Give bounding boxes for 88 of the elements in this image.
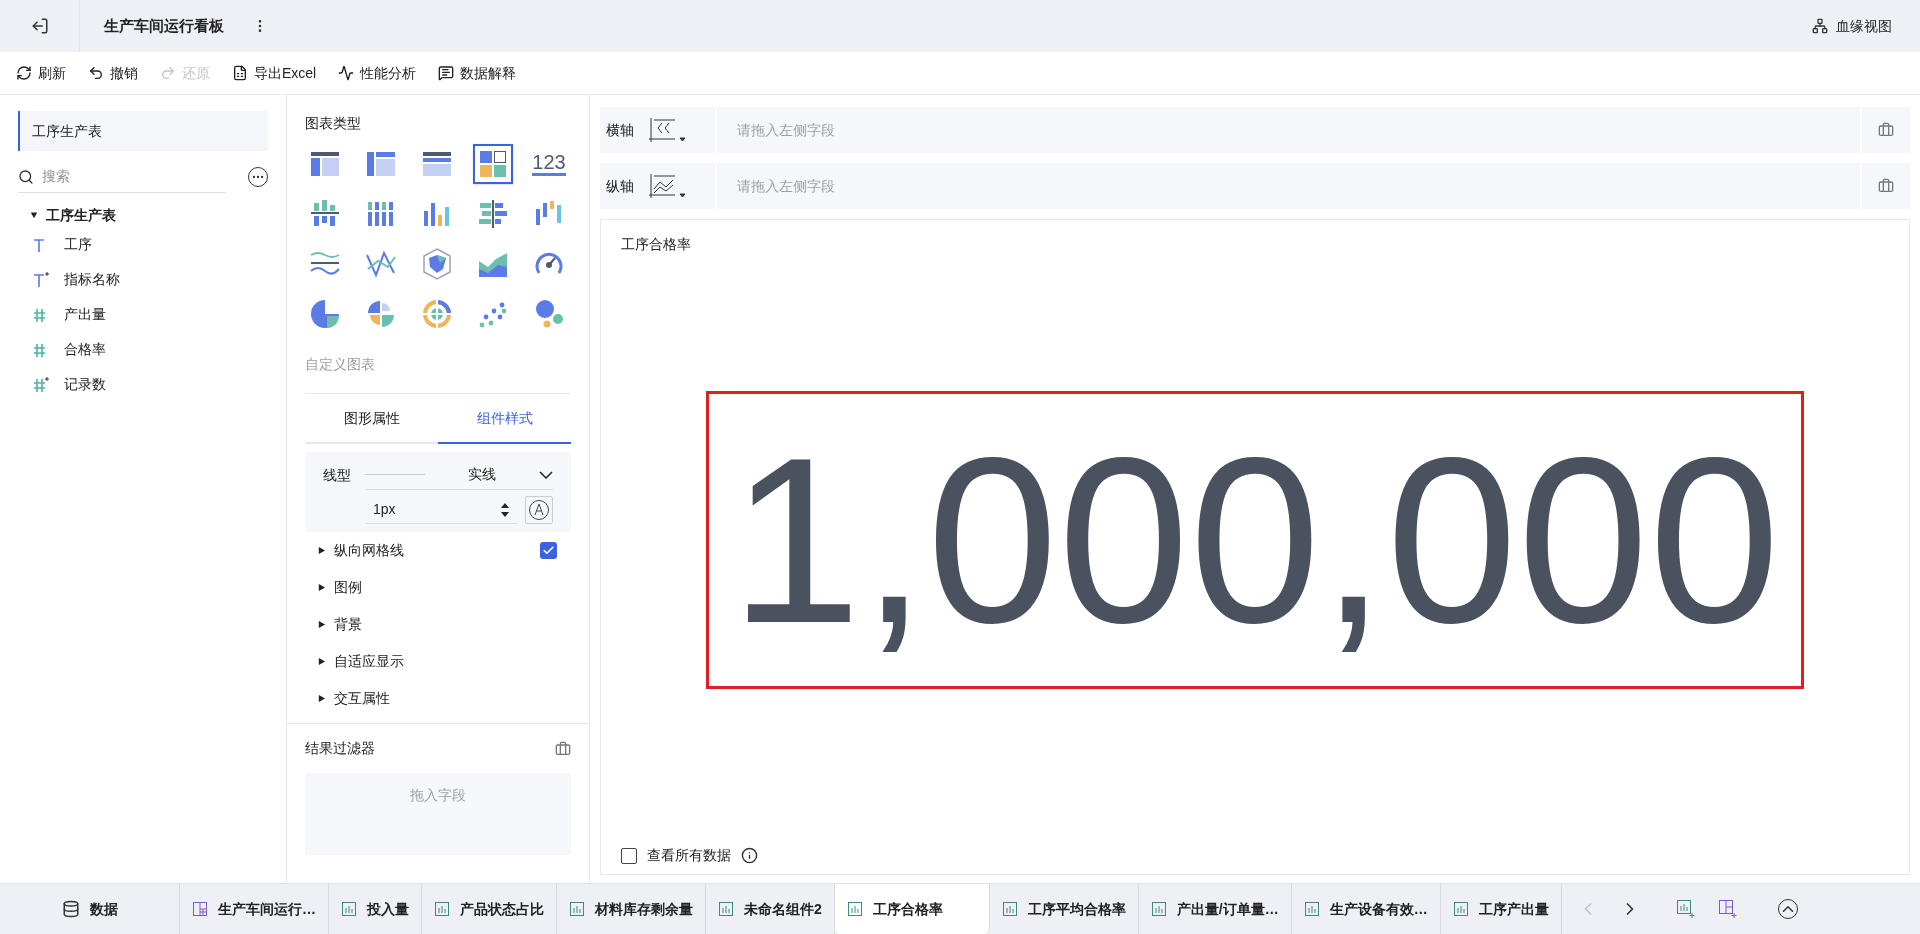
exit-icon[interactable] — [30, 17, 49, 35]
text-field-icon — [32, 270, 50, 289]
component-tab[interactable]: 工序合格率 — [834, 884, 990, 934]
field-item[interactable]: 记录数 — [64, 374, 106, 395]
briefcase-icon[interactable] — [555, 740, 571, 757]
expand-triangle-icon[interactable] — [317, 546, 326, 555]
component-tab[interactable]: 投入量 — [329, 884, 422, 934]
component-tab[interactable]: 生产车间运行… — [180, 884, 329, 934]
widget-title: 工序合格率 — [621, 235, 692, 254]
ring-chart-icon — [420, 297, 454, 331]
grid-icon — [192, 901, 208, 917]
bar-chart-icon — [1452, 901, 1469, 917]
line-type-label: 线型 — [323, 465, 351, 485]
view-all-label[interactable]: 查看所有数据 — [647, 845, 731, 866]
line-width-stepper[interactable]: 1px — [365, 496, 517, 524]
bar-chart-icon — [569, 901, 585, 917]
component-tab[interactable]: 未命名组件2 — [706, 884, 835, 934]
toolbar-button[interactable]: 刷新 — [16, 62, 66, 84]
component-tab[interactable]: 数据 — [0, 884, 180, 934]
checkbox[interactable] — [540, 542, 557, 559]
style-section-label[interactable]: 交互属性 — [334, 688, 390, 709]
bar-chart-icon — [341, 901, 357, 917]
bar-chart-icon — [718, 901, 734, 917]
add-chart-icon[interactable] — [1675, 899, 1696, 919]
bar-chart-icon — [846, 901, 863, 917]
chart-type-option[interactable] — [473, 144, 513, 184]
y-axis-icon[interactable] — [648, 173, 686, 199]
search-icon — [18, 167, 34, 186]
chart-type-heading: 图表类型 — [305, 114, 362, 133]
add-dashboard-icon[interactable] — [1717, 899, 1738, 919]
style-section-label[interactable]: 背景 — [334, 614, 362, 635]
field-item[interactable]: 指标名称 — [64, 269, 120, 290]
component-tab[interactable]: 工序产出量 — [1440, 884, 1562, 934]
toolbar-button[interactable]: 性能分析 — [338, 62, 417, 84]
number-field-icon — [32, 375, 50, 394]
info-icon[interactable] — [741, 847, 758, 864]
bar-chart-icon — [1150, 901, 1167, 917]
number-chart-label: 123 — [532, 152, 566, 176]
style-section-label[interactable]: 图例 — [334, 577, 362, 598]
field-item[interactable]: 产出量 — [64, 304, 106, 325]
chart-type-option[interactable]: 123 — [529, 144, 569, 184]
bar-chart-icon — [434, 901, 450, 917]
expand-triangle-icon[interactable] — [317, 620, 326, 629]
dashboard-title: 生产车间运行看板 — [104, 15, 224, 36]
toolbar-button[interactable]: 导出Excel — [232, 62, 317, 84]
panel-tab[interactable]: 图形属性 — [305, 394, 438, 444]
search-field[interactable]: 搜索 — [41, 166, 226, 187]
database-icon — [61, 900, 80, 918]
field-item[interactable]: 合格率 — [64, 339, 106, 360]
expand-triangle-icon[interactable] — [30, 211, 38, 219]
expand-triangle-icon[interactable] — [317, 657, 326, 666]
style-section-label[interactable]: 纵向网格线 — [334, 540, 404, 561]
pie-chart-icon — [308, 297, 342, 331]
tree-folder-label[interactable]: 工序生产表 — [46, 204, 116, 226]
component-tab[interactable]: 产出量/订单量… — [1138, 884, 1292, 934]
toolbar-button[interactable]: 数据解释 — [438, 62, 517, 84]
check-icon — [542, 544, 555, 557]
panel-tab[interactable]: 组件样式 — [438, 394, 571, 444]
style-section-label[interactable]: 自适应显示 — [334, 651, 404, 672]
briefcase-icon[interactable] — [1878, 178, 1894, 194]
checkbox[interactable] — [621, 847, 637, 864]
component-tab[interactable]: 材料库存剩余量 — [557, 884, 706, 934]
axis-label: 纵轴 — [606, 176, 634, 196]
component-tab[interactable]: 生产设备有效… — [1291, 884, 1441, 934]
line-type-select[interactable]: 实线 — [365, 460, 553, 490]
lineage-view-button[interactable]: 血缘视图 — [1836, 15, 1892, 37]
field-item[interactable]: 工序 — [64, 234, 92, 255]
toolbar-button[interactable]: 撤销 — [88, 62, 138, 84]
expand-triangle-icon[interactable] — [317, 583, 326, 592]
x-axis-icon[interactable] — [648, 117, 686, 143]
bar-chart-icon — [1001, 901, 1018, 917]
refresh-icon — [16, 65, 32, 81]
filter-heading: 结果过滤器 — [305, 739, 375, 758]
bar-chart-icon — [1303, 901, 1320, 917]
component-tab[interactable]: 工序平均合格率 — [989, 884, 1139, 934]
chevron-down-icon — [539, 470, 553, 479]
expand-triangle-icon[interactable] — [317, 694, 326, 703]
dataset-item[interactable]: 工序生产表 — [18, 111, 268, 151]
letter-a-circle-icon — [528, 499, 550, 521]
hbar-chart-icon — [476, 197, 510, 231]
component-tab[interactable]: 产品状态占比 — [422, 884, 557, 934]
undo-icon — [88, 65, 104, 81]
radar-chart-icon — [420, 247, 454, 281]
briefcase-icon[interactable] — [1878, 122, 1894, 138]
kpi-value: 1,000,000 — [706, 391, 1804, 689]
color-picker-button[interactable] — [525, 496, 553, 524]
axis-label: 横轴 — [606, 120, 634, 140]
redo-icon — [160, 65, 176, 81]
